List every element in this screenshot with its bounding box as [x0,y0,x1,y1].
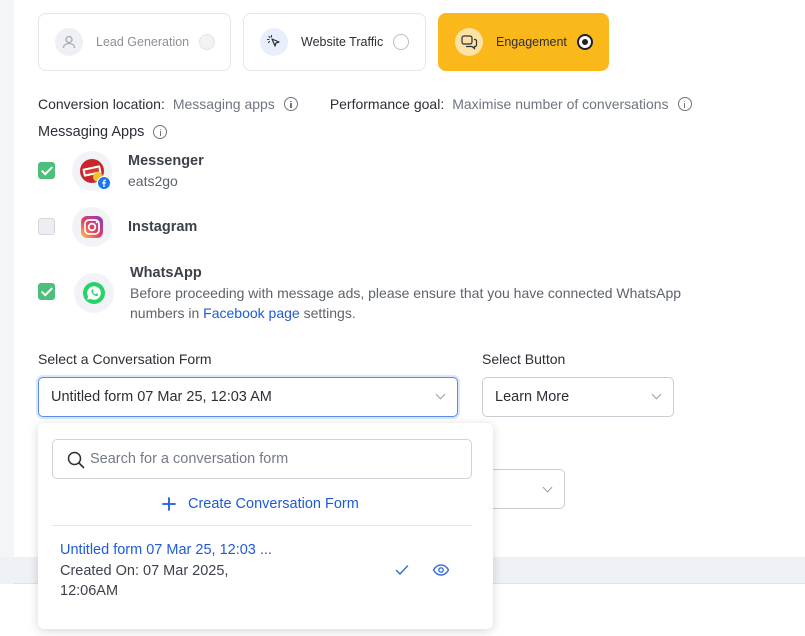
objective-label: Lead Generation [96,35,190,49]
objective-radio[interactable] [393,34,409,50]
info-icon[interactable] [677,97,692,111]
chevron-down-icon [651,389,662,400]
performance-goal-value: Maximise number of conversations [452,96,669,112]
instagram-checkbox[interactable] [38,218,55,235]
select-button-label: Select Button [482,351,566,367]
conversation-form-select[interactable]: Untitled form 07 Mar 25, 12:03 AM [38,377,458,417]
objective-radio[interactable] [199,34,215,50]
user-icon [55,28,83,56]
whatsapp-app-name: WhatsApp [130,265,202,281]
messaging-apps-title: Messaging Apps [38,124,168,140]
messaging-apps-heading: Messaging Apps [38,124,145,140]
whatsapp-note-text-end: settings. [299,305,356,321]
form-item-title[interactable]: Untitled form 07 Mar 25, 12:03 ... [60,542,272,558]
cursor-click-icon [260,28,288,56]
info-icon[interactable] [283,97,298,111]
chat-bubbles-icon [455,28,483,56]
whatsapp-connection-note: Before proceeding with message ads, plea… [130,283,730,323]
whatsapp-logo [74,273,114,313]
bottom-band [0,557,14,584]
conversion-location-value: Messaging apps [172,96,275,112]
facebook-messenger-badge-icon [97,176,111,190]
campaign-info-row: Conversion location: Messaging apps Perf… [38,96,692,112]
objective-label: Website Traffic [301,35,384,49]
instagram-logo [72,207,112,247]
conversation-form-selected-value: Untitled form 07 Mar 25, 12:03 AM [51,389,272,405]
search-input[interactable] [90,451,460,467]
conversation-form-dropdown: Create Conversation Form Untitled form 0… [38,423,493,629]
cta-button-select[interactable]: Learn More [482,377,674,417]
messenger-page-name: eats2go [128,173,178,189]
left-rail [0,0,14,560]
eye-icon[interactable] [432,563,450,577]
whatsapp-checkbox[interactable] [38,283,55,300]
objective-radio-selected[interactable] [577,34,593,50]
conversation-form-search[interactable] [52,439,472,479]
chevron-down-icon [435,389,446,400]
divider [52,525,472,526]
objective-label: Engagement [496,35,567,49]
messenger-checkbox[interactable] [38,162,55,179]
performance-goal-label: Performance goal: [329,96,445,112]
conversation-form-label: Select a Conversation Form [38,351,212,367]
checkmark-icon [395,565,409,575]
create-conversation-form-button[interactable]: Create Conversation Form [162,496,359,512]
instagram-icon [81,216,103,238]
objective-card-website-traffic[interactable]: Website Traffic [243,13,426,71]
chevron-down-icon [542,482,553,493]
messenger-app-name: Messenger [128,153,204,169]
create-form-label: Create Conversation Form [188,496,359,512]
objective-card-engagement[interactable]: Engagement [438,13,609,71]
whatsapp-icon [83,282,105,304]
messenger-page-logo [72,151,112,191]
plus-icon [162,497,176,511]
cta-button-selected-value: Learn More [495,389,570,405]
objective-card-lead-generation[interactable]: Lead Generation [38,13,231,71]
form-item-created-on: Created On: 07 Mar 2025, 12:06AM [60,563,229,599]
info-icon[interactable] [153,125,168,139]
instagram-app-name: Instagram [128,219,198,235]
search-icon [67,451,85,469]
conversion-location-label: Conversion location: [38,96,165,112]
facebook-page-link[interactable]: Facebook page [203,305,300,321]
